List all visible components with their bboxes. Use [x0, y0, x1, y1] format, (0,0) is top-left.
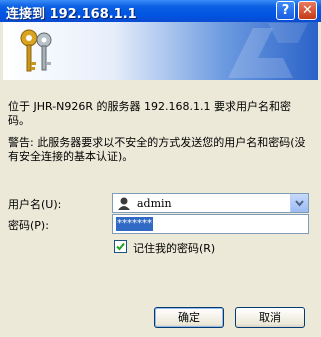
username-value: admin — [137, 197, 172, 210]
close-button[interactable]: ✕ — [298, 1, 317, 20]
keys-icon — [20, 29, 52, 72]
remember-password-label[interactable]: 记住我的密码(R) — [133, 240, 215, 256]
security-warning: 警告: 此服务器要求以不安全的方式发送您的用户名和密码(没有安全连接的基本认证)… — [8, 136, 306, 163]
help-button[interactable]: ? — [276, 1, 295, 20]
dialog-banner — [3, 22, 318, 80]
chevron-down-icon — [295, 200, 304, 207]
dialog-body: 位于 JHR-N926R 的服务器 192.168.1.1 要求用户名和密码。 … — [3, 80, 318, 334]
server-message: 位于 JHR-N926R 的服务器 192.168.1.1 要求用户名和密码。 — [8, 100, 292, 127]
title-bar: 连接到 192.168.1.1 ? ✕ — [0, 0, 321, 22]
username-dropdown-button[interactable] — [290, 194, 308, 212]
checkmark-icon — [116, 242, 125, 251]
password-field[interactable]: ******* — [112, 214, 309, 234]
cancel-button[interactable]: 取消 — [235, 307, 305, 328]
username-label: 用户名(U): — [8, 198, 62, 211]
ok-button[interactable]: 确定 — [154, 307, 224, 328]
window-title: 连接到 192.168.1.1 — [6, 7, 137, 22]
password-value: ******* — [116, 217, 153, 231]
username-combobox[interactable]: admin — [112, 193, 309, 213]
password-label: 密码(P): — [8, 219, 49, 232]
login-dialog: 连接到 192.168.1.1 ? ✕ 位于 JHR-N926R 的服务器 19… — [0, 0, 321, 337]
user-avatar-icon — [118, 197, 130, 210]
banner-decoration-icon — [228, 23, 308, 78]
remember-password-checkbox[interactable] — [114, 240, 127, 253]
